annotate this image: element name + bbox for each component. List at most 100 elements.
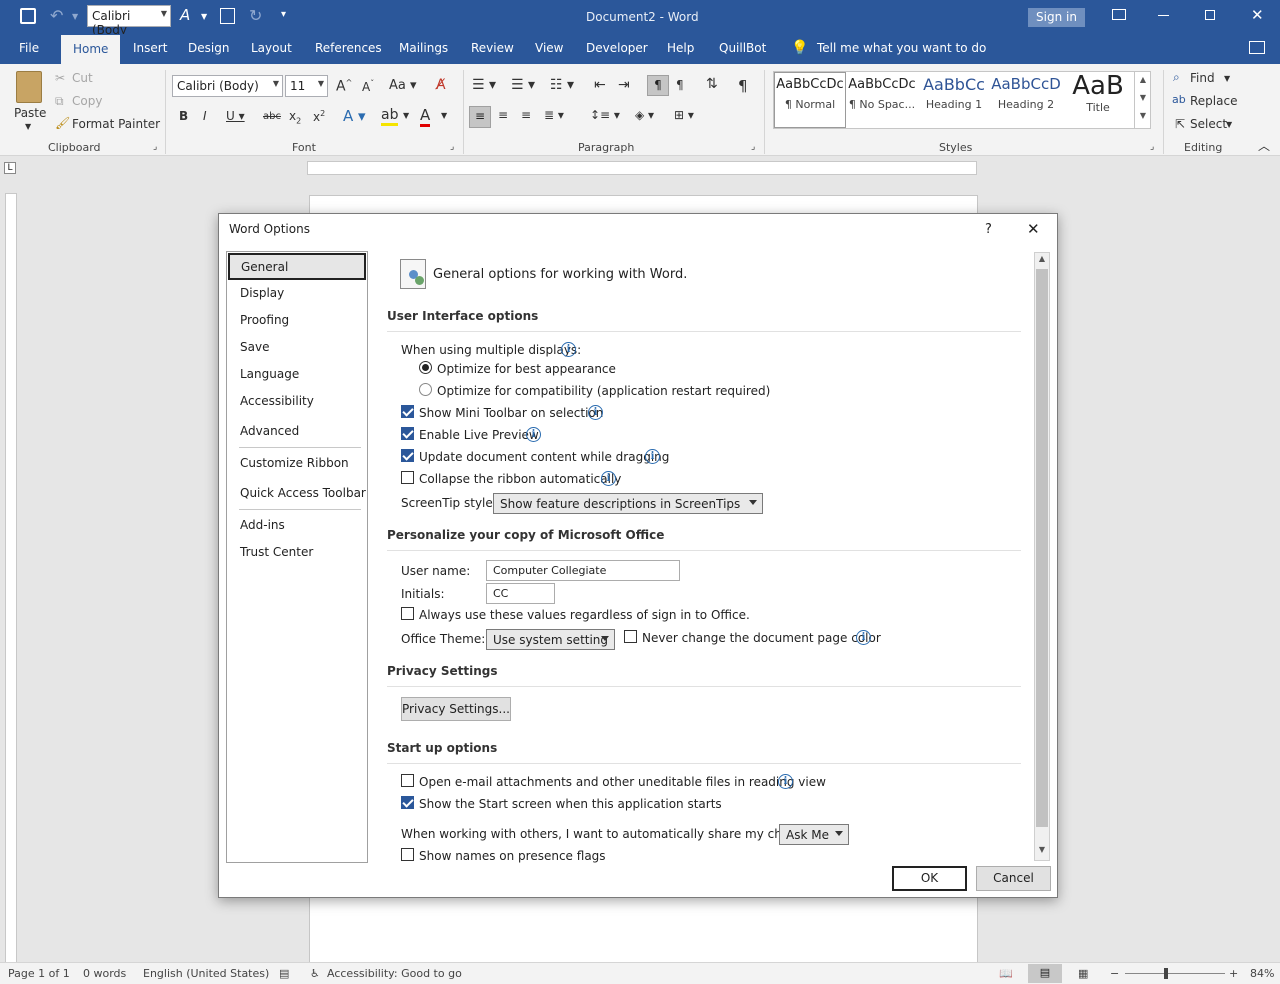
borders-icon[interactable]: ⊞ ▾ xyxy=(674,108,694,122)
zoom-out-icon[interactable]: − xyxy=(1110,967,1119,980)
nav-language[interactable]: Language xyxy=(227,361,367,388)
style-normal[interactable]: AaBbCcDc ¶ Normal xyxy=(774,72,846,128)
zoom-slider-thumb[interactable] xyxy=(1164,968,1168,979)
mini-toolbar-label[interactable]: Show Mini Toolbar on selection xyxy=(419,406,603,420)
tab-selector-icon[interactable]: L xyxy=(4,162,16,174)
options-scrollbar[interactable]: ▲ ▼ xyxy=(1034,252,1050,861)
style-no-spacing[interactable]: AaBbCcDc ¶ No Spac... xyxy=(846,73,918,121)
chevron-down-icon[interactable]: ▼ xyxy=(1224,74,1230,83)
macro-icon[interactable]: ▤ xyxy=(279,967,289,980)
chevron-down-icon[interactable]: ▼ xyxy=(25,122,31,131)
cancel-button[interactable]: Cancel xyxy=(976,866,1051,891)
ribbon-display-icon[interactable] xyxy=(1112,9,1126,20)
ok-button[interactable]: OK xyxy=(892,866,967,891)
copy-doc-icon[interactable] xyxy=(220,8,235,24)
tab-developer[interactable]: Developer xyxy=(586,41,648,55)
nav-trust-center[interactable]: Trust Center xyxy=(227,539,367,566)
nav-general[interactable]: General xyxy=(228,253,366,280)
numbering-icon[interactable]: ☰ ▾ xyxy=(511,77,535,93)
radio-compatibility[interactable] xyxy=(419,383,432,396)
scroll-up-icon[interactable]: ▲ xyxy=(1036,254,1048,268)
font-style-icon[interactable]: A xyxy=(180,6,190,24)
align-left-icon[interactable]: ≡ xyxy=(469,106,491,128)
comments-icon[interactable] xyxy=(1249,41,1265,54)
zoom-slider[interactable] xyxy=(1125,973,1225,974)
always-use-label[interactable]: Always use these values regardless of si… xyxy=(419,608,750,622)
tab-references[interactable]: References xyxy=(315,41,382,55)
underline-icon[interactable]: U ▾ xyxy=(226,109,245,123)
justify-icon[interactable]: ≣ ▾ xyxy=(544,108,564,122)
help-button[interactable]: ? xyxy=(985,222,992,237)
tell-me-search[interactable]: Tell me what you want to do xyxy=(817,41,986,55)
bold-icon[interactable]: B xyxy=(179,109,188,123)
rtl-icon[interactable]: ¶ xyxy=(676,78,684,92)
language-status[interactable]: English (United States) xyxy=(143,967,269,980)
tab-insert[interactable]: Insert xyxy=(133,41,167,55)
nav-add-ins[interactable]: Add-ins xyxy=(227,512,367,539)
show-marks-icon[interactable]: ¶ xyxy=(738,77,748,95)
dialog-launcher-icon[interactable]: ⌟ xyxy=(1150,142,1154,152)
sort-icon[interactable]: ⇅ xyxy=(706,76,718,92)
dialog-close-button[interactable]: ✕ xyxy=(1027,220,1040,238)
select-button[interactable]: Select xyxy=(1190,117,1227,131)
horizontal-ruler[interactable] xyxy=(307,161,977,175)
minimize-icon[interactable] xyxy=(1158,15,1169,16)
tab-file[interactable]: File xyxy=(19,41,39,55)
sign-in-button[interactable]: Sign in xyxy=(1028,8,1085,27)
screentip-style-dropdown[interactable]: Show feature descriptions in ScreenTips xyxy=(493,493,763,514)
grow-font-icon[interactable]: A^ xyxy=(336,78,352,95)
align-right-icon[interactable]: ≡ xyxy=(521,108,531,122)
compatibility-label[interactable]: Optimize for compatibility (application … xyxy=(437,384,770,398)
find-button[interactable]: Find xyxy=(1190,71,1215,85)
line-spacing-icon[interactable]: ↕≡ ▾ xyxy=(590,108,620,122)
tab-quillbot[interactable]: QuillBot xyxy=(719,41,766,55)
text-effects-icon[interactable]: A ▾ xyxy=(343,107,366,125)
tab-layout[interactable]: Layout xyxy=(251,41,292,55)
share-changes-dropdown[interactable]: Ask Me xyxy=(779,824,849,845)
superscript-icon[interactable]: x2 xyxy=(313,109,325,124)
nav-display[interactable]: Display xyxy=(227,280,367,307)
shrink-font-icon[interactable]: Aˇ xyxy=(362,79,374,94)
strikethrough-icon[interactable]: abc xyxy=(263,111,281,122)
cut-button[interactable]: Cut xyxy=(72,71,93,85)
chevron-down-icon[interactable]: ▼ xyxy=(1226,120,1232,129)
initials-field[interactable]: CC xyxy=(486,583,555,604)
font-size-box[interactable]: 11 ▼ xyxy=(285,75,328,97)
word-count[interactable]: 0 words xyxy=(83,967,126,980)
tab-review[interactable]: Review xyxy=(471,41,514,55)
replace-button[interactable]: Replace xyxy=(1190,94,1237,108)
format-painter-button[interactable]: Format Painter xyxy=(72,117,160,131)
paste-icon[interactable] xyxy=(16,71,42,103)
privacy-settings-button[interactable]: Privacy Settings... xyxy=(401,697,511,721)
read-mode-icon[interactable]: 📖 xyxy=(999,967,1013,980)
presence-flags-label[interactable]: Show names on presence flags xyxy=(419,849,606,863)
dialog-launcher-icon[interactable]: ⌟ xyxy=(153,142,157,152)
nav-customize-ribbon[interactable]: Customize Ribbon xyxy=(227,450,367,477)
chevron-down-icon[interactable]: ▼ xyxy=(201,12,207,21)
clear-formatting-icon[interactable]: A̸ xyxy=(436,77,446,93)
office-theme-dropdown[interactable]: Use system setting xyxy=(486,629,615,650)
bullets-icon[interactable]: ☰ ▾ xyxy=(472,77,496,93)
ltr-icon[interactable]: ¶ xyxy=(647,75,669,96)
open-email-checkbox[interactable] xyxy=(401,774,414,787)
nav-save[interactable]: Save xyxy=(227,334,367,361)
nav-advanced[interactable]: Advanced xyxy=(227,418,367,445)
change-case-icon[interactable]: Aa ▾ xyxy=(389,78,417,93)
show-start-screen-label[interactable]: Show the Start screen when this applicat… xyxy=(419,797,722,811)
align-center-icon[interactable]: ≡ xyxy=(498,108,508,122)
undo-dropdown-icon[interactable]: ▼ xyxy=(72,12,78,21)
tab-view[interactable]: View xyxy=(535,41,563,55)
style-title[interactable]: AaB Title xyxy=(1062,71,1134,119)
update-content-checkbox[interactable] xyxy=(401,449,414,462)
tab-home[interactable]: Home xyxy=(61,35,121,64)
chevron-down-icon[interactable]: ▼ xyxy=(403,111,409,120)
save-icon[interactable] xyxy=(20,8,36,24)
italic-icon[interactable]: I xyxy=(203,109,207,123)
paste-button[interactable]: Paste xyxy=(14,106,46,120)
collapse-ribbon-icon[interactable]: ︿ xyxy=(1258,137,1270,154)
font-name-box[interactable]: Calibri (Body) ▼ xyxy=(172,75,283,97)
undo-icon[interactable]: ↶ xyxy=(50,6,63,25)
tab-help[interactable]: Help xyxy=(667,41,694,55)
collapse-ribbon-label[interactable]: Collapse the ribbon automatically xyxy=(419,472,621,486)
never-change-color-checkbox[interactable] xyxy=(624,630,637,643)
